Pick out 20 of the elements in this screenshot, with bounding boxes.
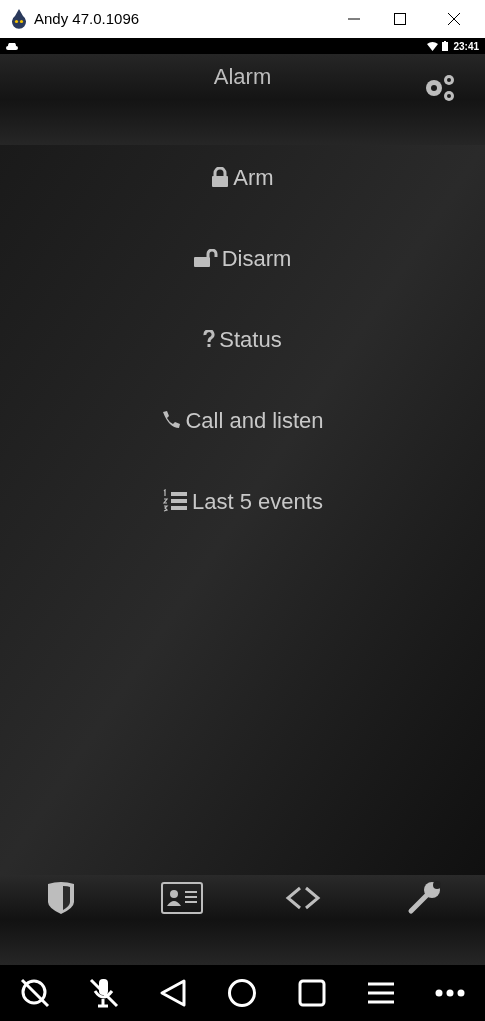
question-mark-icon bbox=[203, 330, 216, 348]
lock-icon bbox=[211, 167, 230, 187]
cloud-icon bbox=[6, 42, 18, 50]
numbered-list-icon bbox=[162, 489, 189, 513]
menu-item[interactable]: Last 5 events bbox=[162, 486, 323, 516]
menu-item[interactable]: Call and listen bbox=[161, 405, 324, 435]
clock-time: 23:41 bbox=[453, 39, 479, 54]
menu-item[interactable]: Disarm bbox=[193, 243, 292, 273]
menu-item[interactable]: Arm bbox=[211, 162, 274, 192]
window-title: Andy 47.0.1096 bbox=[34, 8, 140, 29]
more-icon[interactable] bbox=[435, 989, 466, 997]
close-icon[interactable] bbox=[448, 13, 460, 25]
battery-icon bbox=[442, 41, 449, 51]
app-logo-icon bbox=[10, 9, 28, 29]
maximize-icon[interactable] bbox=[394, 13, 406, 25]
screen-title: Alarm bbox=[213, 63, 272, 90]
menu-item[interactable]: Status bbox=[203, 324, 282, 354]
wifi-icon bbox=[427, 41, 439, 51]
open-padlock-icon bbox=[193, 249, 218, 267]
phone-icon bbox=[161, 410, 182, 430]
